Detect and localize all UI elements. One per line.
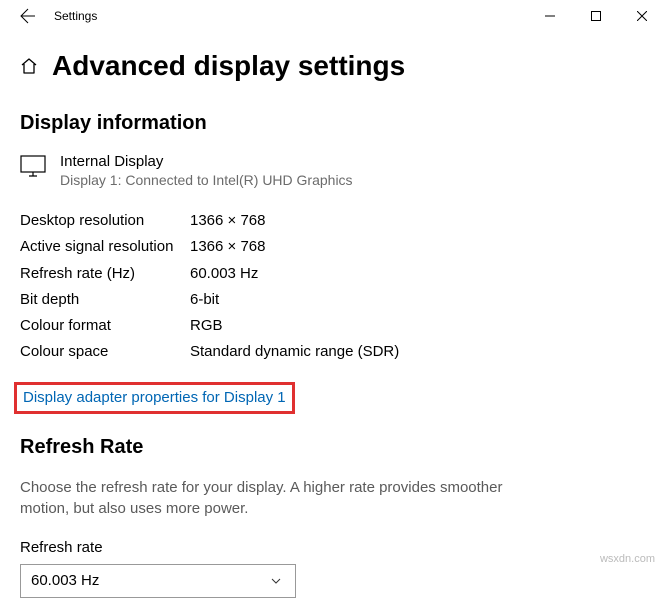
info-label: Colour space — [20, 339, 190, 365]
info-label: Desktop resolution — [20, 208, 190, 234]
close-icon — [637, 11, 647, 21]
info-value: 60.003 Hz — [190, 261, 258, 287]
display-name: Internal Display — [60, 153, 353, 170]
content-area: Advanced display settings Display inform… — [0, 32, 665, 598]
watermark: wsxdn.com — [600, 553, 655, 565]
info-value: 1366 × 768 — [190, 208, 266, 234]
chevron-down-icon — [261, 575, 291, 587]
back-button[interactable] — [8, 0, 48, 32]
window-controls — [527, 0, 665, 32]
arrow-left-icon — [20, 8, 36, 24]
display-identity: Internal Display Display 1: Connected to… — [20, 153, 645, 188]
refresh-rate-select[interactable]: 60.003 Hz — [20, 564, 296, 598]
display-subtitle: Display 1: Connected to Intel(R) UHD Gra… — [60, 172, 353, 188]
maximize-icon — [591, 11, 601, 21]
minimize-button[interactable] — [527, 0, 573, 32]
refresh-rate-help: Choose the refresh rate for your display… — [20, 477, 520, 519]
info-row: Bit depth 6-bit — [20, 287, 645, 313]
info-value: 1366 × 768 — [190, 234, 266, 260]
info-row: Refresh rate (Hz) 60.003 Hz — [20, 261, 645, 287]
info-value: Standard dynamic range (SDR) — [190, 339, 399, 365]
adapter-properties-link[interactable]: Display adapter properties for Display 1 — [23, 389, 286, 406]
refresh-rate-label: Refresh rate — [20, 539, 645, 556]
maximize-button[interactable] — [573, 0, 619, 32]
info-label: Bit depth — [20, 287, 190, 313]
info-label: Colour format — [20, 313, 190, 339]
display-info-heading: Display information — [20, 112, 645, 135]
info-value: RGB — [190, 313, 223, 339]
info-row: Colour format RGB — [20, 313, 645, 339]
minimize-icon — [545, 11, 555, 21]
info-row: Desktop resolution 1366 × 768 — [20, 208, 645, 234]
adapter-properties-highlight: Display adapter properties for Display 1 — [14, 382, 295, 414]
refresh-rate-value: 60.003 Hz — [31, 572, 99, 589]
info-label: Active signal resolution — [20, 234, 190, 260]
titlebar: Settings — [0, 0, 665, 32]
info-row: Colour space Standard dynamic range (SDR… — [20, 339, 645, 365]
info-label: Refresh rate (Hz) — [20, 261, 190, 287]
close-button[interactable] — [619, 0, 665, 32]
window-title: Settings — [54, 9, 97, 23]
monitor-icon — [20, 155, 46, 177]
info-row: Active signal resolution 1366 × 768 — [20, 234, 645, 260]
refresh-rate-heading: Refresh Rate — [20, 436, 645, 459]
info-value: 6-bit — [190, 287, 219, 313]
page-header: Advanced display settings — [20, 50, 645, 82]
page-title: Advanced display settings — [52, 50, 405, 82]
home-icon[interactable] — [20, 57, 38, 75]
display-info-table: Desktop resolution 1366 × 768 Active sig… — [20, 208, 645, 366]
